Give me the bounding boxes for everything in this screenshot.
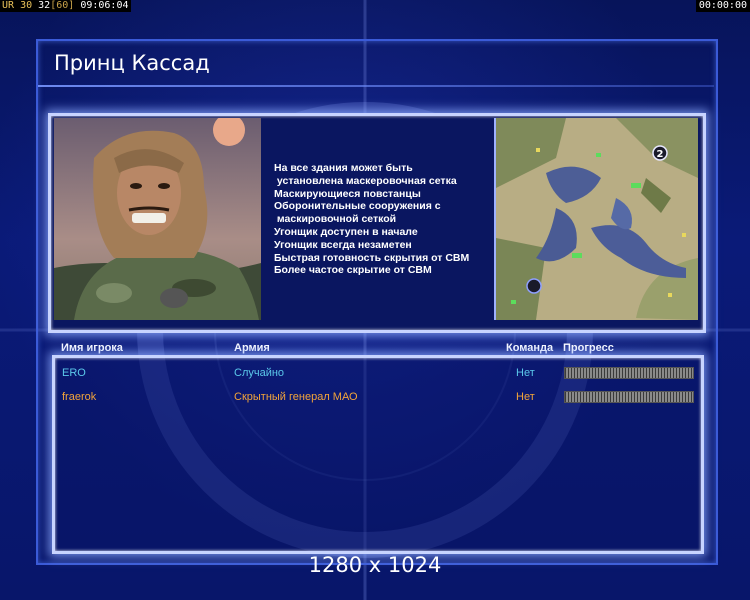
hud-value-3: [60] <box>50 0 75 11</box>
hud-stats: UR 30 32[60] 09:06:04 <box>0 0 131 12</box>
feature-line: Быстрая готовность скрытия от СВМ <box>274 251 470 264</box>
hud-value-2: 32 <box>38 0 51 11</box>
feature-line: установлена маскеровочная сетка <box>274 174 457 187</box>
players-panel <box>52 355 704 554</box>
player-start-marker: 2 <box>657 149 664 160</box>
general-portrait <box>54 118 261 320</box>
player-army: Случайно <box>234 367 285 379</box>
hud-value-1: 30 <box>20 0 33 11</box>
player-army: Скрытный генерал МАО <box>234 391 358 403</box>
header-team: Команда <box>506 342 554 354</box>
hud-timer: 00:00:00 <box>695 0 750 12</box>
player-progress-bar <box>564 367 694 379</box>
hud-clock: 09:06:04 <box>80 0 129 11</box>
feature-line: Более частое скрытие от СВМ <box>274 264 432 277</box>
general-features-list: На все здания может быть установлена мас… <box>274 162 494 277</box>
header-progress: Прогресс <box>563 342 614 354</box>
hud-prefix: UR <box>2 0 15 11</box>
header-army: Армия <box>234 342 270 354</box>
title-divider <box>38 85 714 87</box>
resolution-label: 1280 x 1024 <box>308 553 442 577</box>
feature-line: Угонщик доступен в начале <box>274 225 418 238</box>
player-progress-bar <box>564 391 694 403</box>
general-title: Принц Кассад <box>54 51 210 75</box>
feature-line: Маскирующиеся повстанцы <box>274 187 421 200</box>
feature-line: маскировочной сеткой <box>274 213 397 226</box>
player-team: Нет <box>516 391 535 403</box>
player-team: Нет <box>516 367 535 379</box>
feature-line: Угонщик всегда незаметен <box>274 238 412 251</box>
progress-fill <box>565 368 693 378</box>
player-name: ERO <box>62 367 86 379</box>
player-name: fraerok <box>62 391 97 403</box>
feature-line: Оборонительные сооружения с <box>274 200 441 213</box>
progress-fill <box>565 392 693 402</box>
map-preview[interactable]: 2 <box>494 118 698 320</box>
feature-line: На все здания может быть <box>274 162 413 174</box>
header-player-name: Имя игрока <box>61 342 123 354</box>
